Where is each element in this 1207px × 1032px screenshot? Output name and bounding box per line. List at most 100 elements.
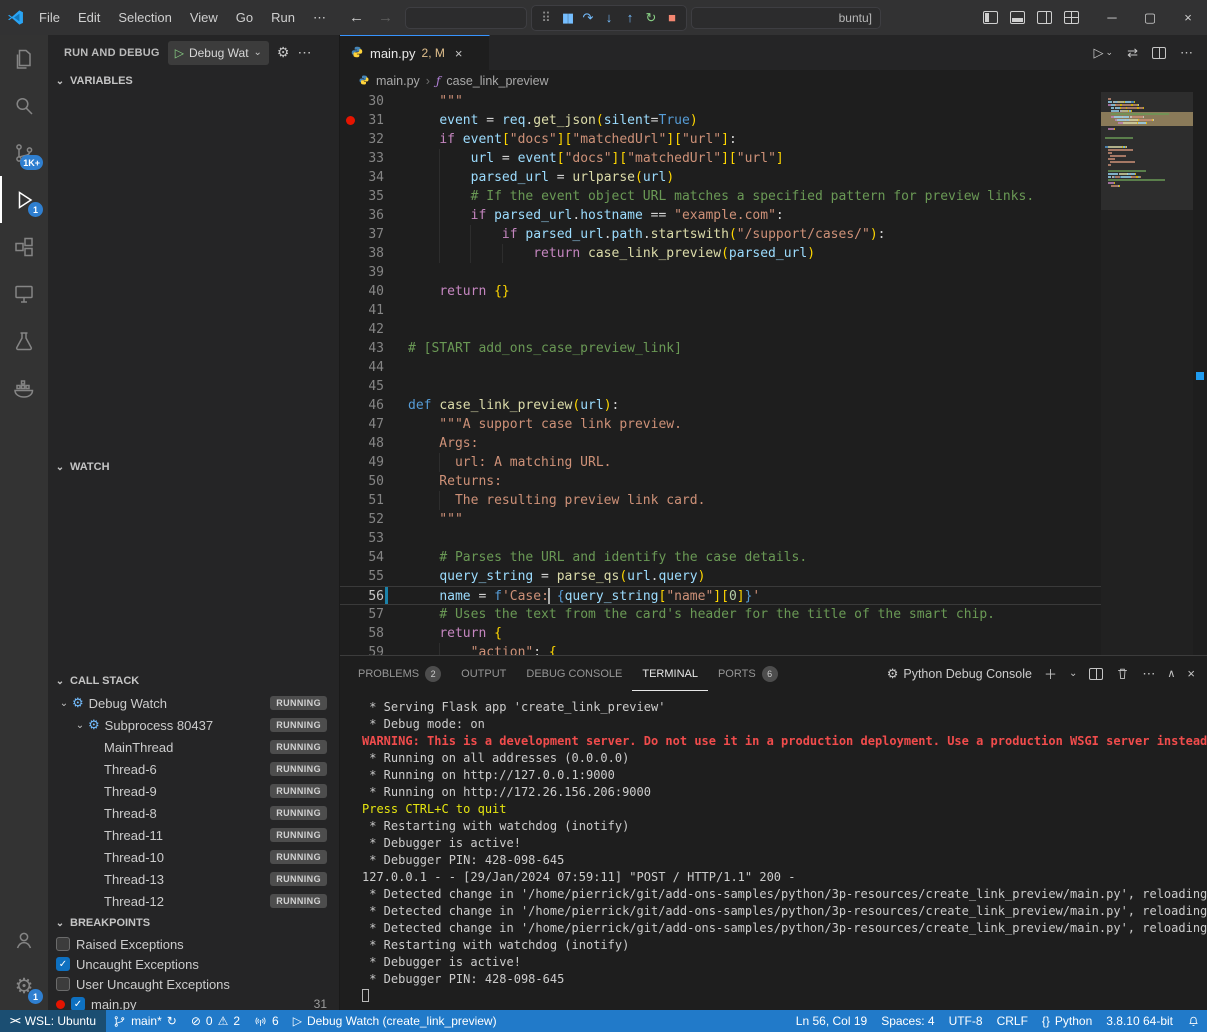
code-editor[interactable]: 30 """31 event = req.get_json(silent=Tru… — [340, 92, 1207, 655]
configure-gear-icon[interactable]: ⚙ — [277, 44, 290, 61]
glyph-margin[interactable] — [340, 358, 360, 377]
debug-status-item[interactable]: ▷ Debug Watch (create_link_preview) — [286, 1010, 504, 1032]
launch-config-dropdown[interactable]: ▷ Debug Wat ⌄ — [168, 41, 269, 65]
code-line-57[interactable]: 57 # Uses the text from the card's heade… — [340, 605, 1101, 624]
glyph-margin[interactable] — [340, 225, 360, 244]
call-stack-item[interactable]: ⌄⚙Subprocess 80437RUNNING — [48, 714, 339, 736]
glyph-margin[interactable] — [340, 206, 360, 225]
call-stack-item[interactable]: Thread-6RUNNING — [48, 758, 339, 780]
code-line-47[interactable]: 47 """A support case link preview. — [340, 415, 1101, 434]
glyph-margin[interactable] — [340, 168, 360, 187]
glyph-margin[interactable] — [340, 396, 360, 415]
breakpoint-item[interactable]: User Uncaught Exceptions — [48, 974, 339, 994]
breakpoint-item[interactable]: ✓main.py31 — [48, 994, 339, 1010]
minimap[interactable] — [1101, 92, 1193, 655]
call-stack-item[interactable]: Thread-9RUNNING — [48, 780, 339, 802]
notifications-item[interactable] — [1180, 1010, 1207, 1032]
overview-ruler[interactable] — [1193, 92, 1207, 655]
command-center-left[interactable] — [405, 7, 527, 29]
code-line-32[interactable]: 32 if event["docs"]["matchedUrl"]["url"]… — [340, 130, 1101, 149]
panel-tab-ports[interactable]: PORTS6 — [708, 656, 788, 691]
encoding-item[interactable]: UTF-8 — [942, 1010, 990, 1032]
code-line-37[interactable]: 37 if parsed_url.path.startswith("/suppo… — [340, 225, 1101, 244]
breakpoint-dot-icon[interactable] — [346, 116, 355, 125]
code-line-52[interactable]: 52 """ — [340, 510, 1101, 529]
call-stack-item[interactable]: Thread-8RUNNING — [48, 802, 339, 824]
breakpoint-checkbox[interactable]: ✓ — [71, 997, 85, 1010]
variables-header[interactable]: ⌄ VARIABLES — [48, 70, 339, 92]
menu-view[interactable]: View — [181, 0, 227, 35]
stop-icon[interactable]: ■ — [662, 7, 682, 29]
breadcrumb-file[interactable]: main.py — [376, 74, 420, 88]
indentation-item[interactable]: Spaces: 4 — [874, 1010, 941, 1032]
activity-source-control[interactable]: 1K+ — [0, 129, 48, 176]
step-over-icon[interactable]: ↷ — [578, 7, 598, 29]
activity-settings[interactable]: ⚙1 — [0, 963, 48, 1010]
activity-extensions[interactable] — [0, 223, 48, 270]
ports-item[interactable]: 6 — [247, 1010, 286, 1032]
code-line-55[interactable]: 55 query_string = parse_qs(url.query) — [340, 567, 1101, 586]
code-line-43[interactable]: 43# [START add_ons_case_preview_link] — [340, 339, 1101, 358]
chevron-down-icon[interactable]: ⌄ — [72, 720, 88, 731]
chevron-down-icon[interactable]: ⌄ — [56, 698, 72, 709]
terminal-dropdown-icon[interactable]: ⌄ — [1069, 668, 1077, 679]
menu-selection[interactable]: Selection — [109, 0, 180, 35]
menu-more[interactable]: ⋯ — [304, 0, 335, 35]
code-line-51[interactable]: 51 The resulting preview link card. — [340, 491, 1101, 510]
watch-body[interactable] — [48, 478, 339, 670]
menu-file[interactable]: File — [30, 0, 69, 35]
glyph-margin[interactable] — [340, 529, 360, 548]
glyph-margin[interactable] — [340, 130, 360, 149]
minimize-button[interactable]: ─ — [1093, 0, 1131, 35]
remote-indicator[interactable]: >< WSL: Ubuntu — [0, 1010, 106, 1032]
call-stack-item[interactable]: MainThreadRUNNING — [48, 736, 339, 758]
panel-tab-terminal[interactable]: TERMINAL — [632, 656, 708, 691]
code-line-36[interactable]: 36 if parsed_url.hostname == "example.co… — [340, 206, 1101, 225]
glyph-margin[interactable] — [340, 301, 360, 320]
forward-arrow-icon[interactable]: → — [378, 9, 393, 26]
code-line-30[interactable]: 30 """ — [340, 92, 1101, 111]
glyph-margin[interactable] — [340, 491, 360, 510]
open-changes-icon[interactable]: ⇄ — [1127, 45, 1138, 61]
run-python-file-button[interactable]: ▷⌄ — [1094, 45, 1114, 61]
panel-tab-debug-console[interactable]: DEBUG CONSOLE — [516, 656, 632, 691]
glyph-margin[interactable] — [340, 339, 360, 358]
call-stack-item[interactable]: Thread-10RUNNING — [48, 846, 339, 868]
terminal-output[interactable]: * Serving Flask app 'create_link_preview… — [340, 691, 1207, 1010]
menu-edit[interactable]: Edit — [69, 0, 109, 35]
watch-header[interactable]: ⌄ WATCH — [48, 456, 339, 478]
code-line-48[interactable]: 48 Args: — [340, 434, 1101, 453]
code-line-46[interactable]: 46def case_link_preview(url): — [340, 396, 1101, 415]
toggle-secondary-sidebar-icon[interactable] — [1037, 11, 1052, 24]
activity-docker[interactable] — [0, 364, 48, 411]
panel-tab-problems[interactable]: PROBLEMS2 — [348, 656, 451, 691]
glyph-margin[interactable] — [340, 510, 360, 529]
code-line-39[interactable]: 39 — [340, 263, 1101, 282]
menu-run[interactable]: Run — [262, 0, 304, 35]
glyph-margin[interactable] — [340, 187, 360, 206]
glyph-margin[interactable] — [340, 149, 360, 168]
panel-tab-output[interactable]: OUTPUT — [451, 656, 516, 691]
glyph-margin[interactable] — [340, 434, 360, 453]
glyph-margin[interactable] — [340, 587, 360, 604]
code-line-33[interactable]: 33 url = event["docs"]["matchedUrl"]["ur… — [340, 149, 1101, 168]
pause-icon[interactable]: ▮▮ — [557, 7, 577, 29]
code-line-40[interactable]: 40 return {} — [340, 282, 1101, 301]
language-mode-item[interactable]: {} Python — [1035, 1010, 1099, 1032]
glyph-margin[interactable] — [340, 244, 360, 263]
glyph-margin[interactable] — [340, 643, 360, 655]
breakpoints-header[interactable]: ⌄ BREAKPOINTS — [48, 912, 339, 934]
split-editor-icon[interactable] — [1152, 47, 1166, 59]
step-out-icon[interactable]: ↑ — [620, 7, 640, 29]
code-line-50[interactable]: 50 Returns: — [340, 472, 1101, 491]
glyph-margin[interactable] — [340, 453, 360, 472]
glyph-margin[interactable] — [340, 92, 360, 111]
activity-explorer[interactable] — [0, 35, 48, 82]
glyph-margin[interactable] — [340, 377, 360, 396]
call-stack-header[interactable]: ⌄ CALL STACK — [48, 670, 339, 692]
panel-more-actions-icon[interactable]: ⋯ — [1142, 666, 1155, 682]
code-line-42[interactable]: 42 — [340, 320, 1101, 339]
glyph-margin[interactable] — [340, 472, 360, 491]
glyph-margin[interactable] — [340, 567, 360, 586]
breakpoint-checkbox[interactable]: ✓ — [56, 957, 70, 971]
